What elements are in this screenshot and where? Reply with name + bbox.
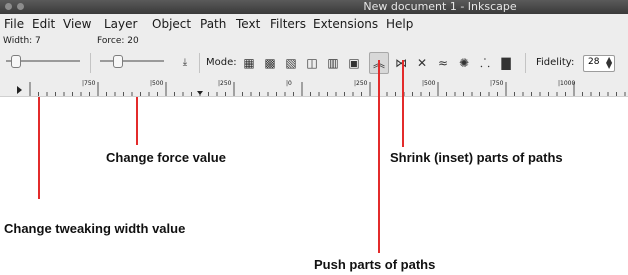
fidelity-label: Fidelity: [536,57,575,68]
pressure-icon[interactable]: ⤓ [177,55,193,71]
roughen-icon[interactable]: ≈ [435,55,451,71]
force-annotation: Change force value [106,150,226,165]
jitter-color-icon[interactable]: ⸫ [477,55,493,71]
width-slider[interactable] [6,55,80,68]
spin-arrows-icon[interactable]: ▲ ▼ [606,56,612,70]
toolbar-separator [199,53,200,73]
move-in-out-icon[interactable]: ▩ [262,55,278,71]
menu-edit[interactable]: Edit [32,14,55,35]
toolbar-separator [90,53,91,73]
attract-repel-icon[interactable]: ✕ [414,55,430,71]
menu-filters[interactable]: Filters [270,14,306,35]
menu-help[interactable]: Help [386,14,413,35]
ruler-label: |500 [150,80,164,87]
ruler-marker-icon [197,91,203,95]
rotate-objects-icon[interactable]: ▥ [325,55,341,71]
mode-label: Mode: [206,57,237,68]
push-annotation: Push parts of paths [314,257,436,272]
force-callout-line [136,97,138,145]
width-slider-knob[interactable] [11,55,21,68]
ruler-label: |750 [82,80,96,87]
minimize-window-icon[interactable] [17,3,24,10]
width-label: Width: 7 [3,36,41,46]
scale-objects-icon[interactable]: ◫ [304,55,320,71]
title-bar: New document 1 - Inkscape [0,0,628,14]
ruler-label: |750 [490,80,504,87]
fidelity-value[interactable]: 28 [588,57,599,67]
menu-text[interactable]: Text [236,14,260,35]
menu-file[interactable]: File [4,14,24,35]
fidelity-spinbox[interactable]: 28 ▲ ▼ [583,55,615,72]
shrink-paths-icon[interactable]: ⋈ [393,55,409,71]
close-window-icon[interactable] [5,3,12,10]
tweak-tool-controls: Width: 7 Force: 20 ⤓ Mode: ▦ ▩ ▧ ◫ ▥ ▣ ︽… [0,35,628,80]
paint-color-icon[interactable]: ✺ [456,55,472,71]
horizontal-ruler[interactable]: |750 |500 |250 |0 |250 |500 |750 |1000 [0,80,628,97]
menu-extensions[interactable]: Extensions [313,14,378,35]
toolbar-separator [525,53,526,73]
blur-icon[interactable]: ▇ [498,55,514,71]
push-callout-line [378,60,380,253]
force-slider[interactable] [100,55,164,68]
window-title: New document 1 - Inkscape [363,0,517,13]
force-label: Force: 20 [97,36,139,46]
menu-path[interactable]: Path [200,14,226,35]
width-annotation: Change tweaking width value [4,221,186,236]
width-callout-line [38,97,40,199]
move-objects-icon[interactable]: ▦ [241,55,257,71]
menu-layer[interactable]: Layer [104,14,137,35]
force-slider-knob[interactable] [113,55,123,68]
shrink-annotation: Shrink (inset) parts of paths [390,150,563,165]
duplicate-objects-icon[interactable]: ▣ [346,55,362,71]
ruler-label: |250 [218,80,232,87]
ruler-label: |1000 [558,80,576,87]
menu-object[interactable]: Object [152,14,191,35]
ruler-label: |0 [286,80,292,87]
move-jitter-icon[interactable]: ▧ [283,55,299,71]
shrink-callout-line [402,60,404,147]
menu-view[interactable]: View [63,14,91,35]
menu-bar: File Edit View Layer Object Path Text Fi… [0,14,628,35]
ruler-label: |250 [354,80,368,87]
ruler-arrow-icon [17,86,22,94]
ruler-label: |500 [422,80,436,87]
